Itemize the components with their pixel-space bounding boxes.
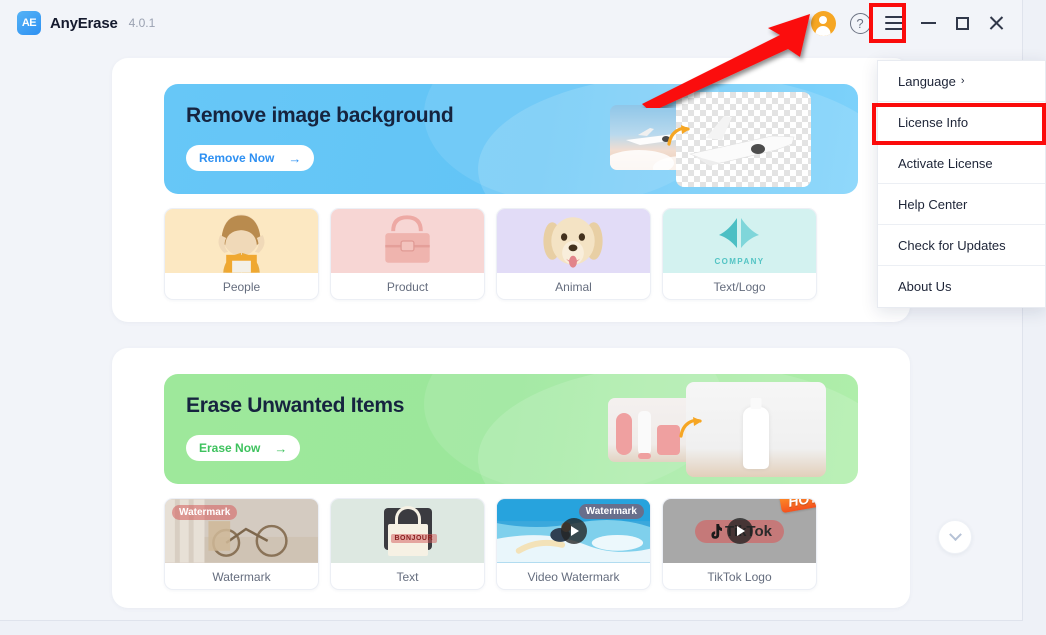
card-text-logo[interactable]: COMPANY Text/Logo	[662, 208, 817, 300]
maximize-icon	[955, 16, 969, 30]
erase-now-button[interactable]: Erase Now →	[186, 435, 301, 461]
help-icon: ?	[849, 12, 871, 34]
card-video-watermark[interactable]: Watermark Video Watermark	[496, 498, 651, 590]
app-brand: AE AnyErase 4.0.1	[17, 11, 155, 35]
tote-bag-photo-icon: BONJOUR	[382, 506, 438, 556]
menu-hamburger-button[interactable]	[877, 6, 911, 40]
section-erase-unwanted-items: Erase Unwanted Items Erase Now → Waterma…	[112, 348, 972, 608]
annotation-arrow-icon	[642, 14, 810, 108]
card-image-text: BONJOUR	[331, 499, 484, 563]
window-controls: ?	[803, 0, 1013, 46]
remove-now-button[interactable]: Remove Now →	[186, 145, 315, 171]
maximize-button[interactable]	[945, 6, 979, 40]
menu-item-help-center[interactable]: Help Center	[878, 184, 1045, 225]
card-image-tiktok-logo: TikTok HOT!	[663, 499, 816, 563]
card-label-watermark: Watermark	[212, 569, 271, 584]
app-version: 4.0.1	[128, 16, 156, 30]
close-icon	[988, 15, 1005, 32]
hot-badge: HOT!	[778, 499, 816, 514]
application-window: AE AnyErase 4.0.1 ? Remove image backgro…	[0, 0, 1023, 621]
card-label-text: Text	[396, 569, 419, 584]
menu-item-language-label: Language	[898, 73, 956, 89]
menu-hamburger-icon	[884, 15, 904, 31]
category-cards-erase: Watermark Watermark BONJOUR Text Waterma…	[164, 498, 817, 590]
watermark-overlay-tag: Watermark	[172, 505, 238, 520]
video-watermark-overlay-tag: Watermark	[578, 504, 644, 519]
menu-item-language[interactable]: Language ›	[878, 61, 1045, 102]
app-logo-icon: AE	[17, 11, 41, 35]
title-bar: AE AnyErase 4.0.1 ?	[0, 0, 1022, 46]
main-content: Remove image background Remove Now → Peo…	[0, 46, 1022, 620]
menu-item-about-us-label: About Us	[898, 279, 952, 294]
menu-item-activate-license-label: Activate License	[898, 155, 993, 171]
card-animal[interactable]: Animal	[496, 208, 651, 300]
company-logo-caption: COMPANY	[714, 257, 765, 266]
help-button[interactable]: ?	[843, 6, 877, 40]
card-label-text-logo: Text/Logo	[713, 279, 766, 294]
card-label-people: People	[222, 279, 261, 294]
menu-item-activate-license[interactable]: Activate License	[878, 143, 1045, 184]
girl-photo-icon	[218, 214, 265, 273]
card-label-product: Product	[386, 279, 429, 294]
card-image-animal	[497, 209, 650, 273]
arrow-right-icon: →	[288, 150, 302, 166]
minimize-button[interactable]	[911, 6, 945, 40]
play-icon	[726, 518, 753, 544]
chevron-down-icon	[948, 527, 962, 541]
menu-item-check-for-updates[interactable]: Check for Updates	[878, 225, 1045, 266]
card-text[interactable]: BONJOUR Text	[330, 498, 485, 590]
scroll-down-button-section-2[interactable]	[938, 520, 972, 554]
menu-item-license-info-label: License Info	[898, 114, 969, 130]
menu-item-help-center-label: Help Center	[898, 196, 968, 212]
convert-arrow-icon	[667, 125, 690, 146]
erase-now-label: Erase Now	[199, 441, 261, 455]
chevron-right-icon: ›	[960, 75, 965, 87]
dog-photo-icon	[543, 217, 603, 268]
minimize-icon	[920, 22, 936, 24]
card-image-watermark: Watermark	[165, 499, 318, 563]
arrow-right-icon: →	[274, 440, 288, 456]
bottle-illustration-icon	[743, 407, 769, 469]
card-product[interactable]: Product	[330, 208, 485, 300]
remove-now-label: Remove Now	[199, 151, 275, 165]
card-image-text-logo: COMPANY	[663, 209, 816, 273]
card-image-product	[331, 209, 484, 273]
card-watermark[interactable]: Watermark Watermark	[164, 498, 319, 590]
category-cards-remove-background: People Product Animal COMPANY Text/Logo	[164, 208, 817, 300]
app-root: AE AnyErase 4.0.1 ? Remove image backgro…	[0, 0, 1046, 635]
company-logo-mark: COMPANY	[714, 216, 764, 266]
card-people[interactable]: People	[164, 208, 319, 300]
tiktok-note-icon	[711, 523, 723, 539]
menu-item-license-info[interactable]: License Info	[878, 102, 1045, 143]
close-button[interactable]	[979, 6, 1013, 40]
banner-artwork-bottle	[588, 374, 858, 484]
settings-dropdown-menu: Language › License Info Activate License…	[877, 60, 1046, 308]
product-result-thumbnail	[686, 382, 826, 477]
card-image-people	[165, 209, 318, 273]
card-label-video-watermark: Video Watermark	[527, 569, 620, 584]
convert-arrow-icon	[679, 417, 702, 438]
menu-item-about-us[interactable]: About Us	[878, 266, 1045, 307]
handbag-photo-icon	[385, 215, 430, 263]
play-icon	[560, 518, 587, 544]
card-tiktok-logo[interactable]: TikTok HOT! TikTok Logo	[662, 498, 817, 590]
bonjour-overlay-tag: BONJOUR	[390, 534, 438, 543]
banner-title: Remove image background	[186, 104, 454, 127]
card-label-animal: Animal	[555, 279, 592, 294]
app-name: AnyErase	[50, 14, 118, 32]
card-label-tiktok-logo: TikTok Logo	[707, 569, 772, 584]
card-image-video-watermark: Watermark	[497, 499, 650, 563]
banner-erase-unwanted-items[interactable]: Erase Unwanted Items Erase Now →	[164, 374, 858, 484]
banner-title: Erase Unwanted Items	[186, 394, 405, 417]
diamond-logo-icon	[719, 218, 760, 248]
menu-item-check-for-updates-label: Check for Updates	[898, 237, 1006, 253]
